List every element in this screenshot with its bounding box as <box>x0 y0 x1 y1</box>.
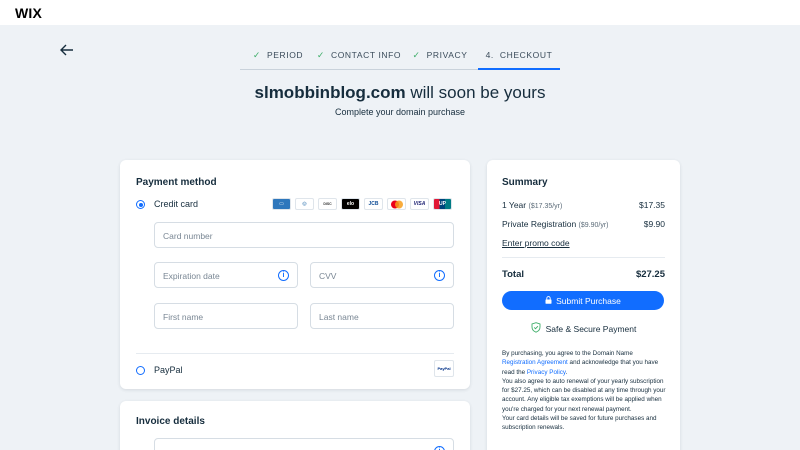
cvv-placeholder: CVV <box>319 271 337 281</box>
title-rest: will soon be yours <box>405 83 546 102</box>
step-label: PERIOD <box>266 50 304 60</box>
unionpay-icon: UP <box>433 198 452 210</box>
card-number-field[interactable]: Card number <box>154 222 454 248</box>
invoice-details-card: Invoice details i <box>120 401 470 450</box>
paypal-label[interactable]: PayPal <box>154 365 183 375</box>
registration-agreement-link[interactable]: Registration Agreement <box>502 359 568 366</box>
legal-text-1: By purchasing, you agree to the Domain N… <box>502 350 633 357</box>
info-icon[interactable]: i <box>434 270 445 281</box>
summary-row-privacy: Private Registration ($9.90/yr) $9.90 <box>502 219 665 229</box>
first-name-placeholder: First name <box>163 312 204 322</box>
top-bar: WIX <box>0 0 800 25</box>
legal-text: By purchasing, you agree to the Domain N… <box>502 349 667 433</box>
summary-title: Summary <box>502 177 548 188</box>
submit-purchase-button[interactable]: Submit Purchase <box>502 291 664 310</box>
row-label: Private Registration <box>502 219 577 229</box>
back-arrow-icon[interactable] <box>58 42 76 58</box>
check-icon: ✓ <box>412 50 421 60</box>
invoice-details-title: Invoice details <box>136 416 205 427</box>
paypal-radio[interactable] <box>136 366 145 375</box>
step-label: CHECKOUT <box>499 50 553 60</box>
step-number: 4. <box>485 50 494 60</box>
expiration-date-field[interactable]: Expiration date i <box>154 262 298 288</box>
divider <box>136 353 454 354</box>
first-name-field[interactable]: First name <box>154 303 298 329</box>
check-icon: ✓ <box>316 50 325 60</box>
card-number-placeholder: Card number <box>163 231 213 241</box>
secure-label: Safe & Secure Payment <box>545 323 637 334</box>
step-checkout[interactable]: 4. CHECKOUT <box>478 44 560 70</box>
expiration-placeholder: Expiration date <box>163 271 220 281</box>
diners-icon: ◎ <box>295 198 314 210</box>
privacy-policy-link[interactable]: Privacy Policy <box>527 369 566 376</box>
row-detail: ($17.35/yr) <box>528 203 563 210</box>
jcb-icon: JCB <box>364 198 383 210</box>
row-amount: $9.90 <box>643 219 665 229</box>
paypal-logo-icon: PayPal <box>434 360 454 377</box>
invoice-field[interactable]: i <box>154 438 454 450</box>
credit-card-radio[interactable] <box>136 200 145 209</box>
lock-icon <box>545 295 552 306</box>
row-detail: ($9.90/yr) <box>578 222 609 229</box>
secure-payment: Safe & Secure Payment <box>487 322 680 335</box>
step-label: CONTACT INFO <box>330 50 402 60</box>
promo-code-link[interactable]: Enter promo code <box>502 238 570 248</box>
last-name-field[interactable]: Last name <box>310 303 454 329</box>
elo-icon: elo <box>341 198 360 210</box>
card-brand-logos: ▭ ◎ DISC elo JCB VISA UP <box>272 198 452 210</box>
legal-renewal-text: You also agree to auto renewal of your y… <box>502 377 666 413</box>
total-row: Total $27.25 <box>502 269 665 280</box>
row-label: 1 Year <box>502 200 527 210</box>
shield-check-icon <box>531 322 541 335</box>
mastercard-icon <box>387 198 406 210</box>
legal-card-saved-text: Your card details will be saved for futu… <box>502 415 657 432</box>
submit-label: Submit Purchase <box>556 295 621 306</box>
total-amount: $27.25 <box>635 269 665 280</box>
amex-icon: ▭ <box>272 198 291 210</box>
discover-icon: DISC <box>318 198 337 210</box>
visa-icon: VISA <box>410 198 429 210</box>
step-privacy[interactable]: ✓ PRIVACY <box>402 44 478 70</box>
payment-method-card: Payment method Credit card ▭ ◎ DISC elo … <box>120 160 470 389</box>
cvv-field[interactable]: CVV i <box>310 262 454 288</box>
credit-card-label[interactable]: Credit card <box>154 199 198 209</box>
wix-logo[interactable]: WIX <box>15 5 42 21</box>
last-name-placeholder: Last name <box>319 312 359 322</box>
row-amount: $17.35 <box>639 200 665 210</box>
summary-row-year: 1 Year ($17.35/yr) $17.35 <box>502 200 665 210</box>
divider <box>502 257 665 258</box>
summary-card: Summary 1 Year ($17.35/yr) $17.35 Privat… <box>487 160 680 450</box>
info-icon[interactable]: i <box>278 270 289 281</box>
payment-method-title: Payment method <box>136 177 217 188</box>
page-title: slmobbinblog.com will soon be yours <box>0 83 800 103</box>
domain-name: slmobbinblog.com <box>254 83 406 102</box>
step-period[interactable]: ✓ PERIOD <box>240 44 316 70</box>
step-contact-info[interactable]: ✓ CONTACT INFO <box>316 44 402 70</box>
page-subtitle: Complete your domain purchase <box>334 107 466 117</box>
checkout-steps: ✓ PERIOD ✓ CONTACT INFO ✓ PRIVACY 4. CHE… <box>240 44 560 70</box>
total-label: Total <box>502 269 524 280</box>
step-label: PRIVACY <box>426 50 468 60</box>
check-icon: ✓ <box>252 50 261 60</box>
info-icon[interactable]: i <box>434 446 445 450</box>
legal-text-3: . <box>565 368 568 376</box>
